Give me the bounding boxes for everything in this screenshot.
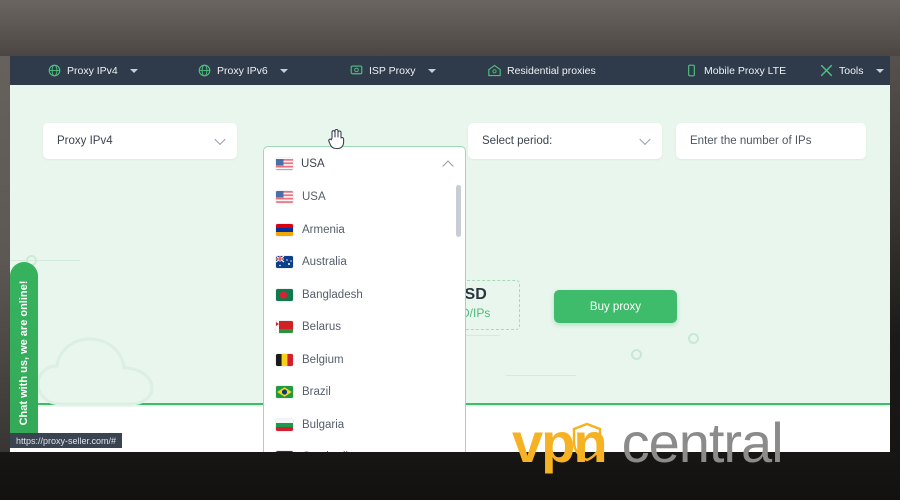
country-option-bulgaria[interactable]: Bulgaria (264, 409, 465, 442)
chevron-down-icon (639, 133, 651, 146)
nav-item-label: Mobile Proxy LTE (704, 64, 787, 77)
flag-icon-us (276, 191, 293, 204)
nav-item-proxy-ipv4[interactable]: Proxy IPv4 (48, 64, 138, 77)
proxy-type-value: Proxy IPv4 (57, 135, 113, 147)
chevron-up-icon[interactable] (442, 159, 454, 172)
ip-count-input-wrapper[interactable]: Enter the number of IPs (676, 123, 866, 159)
country-option-belgium[interactable]: Belgium (264, 344, 465, 377)
country-option-label: Cambodia (302, 451, 354, 452)
chevron-down-icon (214, 133, 226, 146)
nav-item-label: Proxy IPv4 (67, 64, 118, 77)
country-option-label: Brazil (302, 386, 331, 399)
flag-icon-bg (276, 418, 293, 431)
dropdown-scrollbar[interactable] (456, 185, 461, 452)
ip-count-placeholder: Enter the number of IPs (690, 135, 812, 147)
flag-icon-by (276, 321, 293, 334)
globe-icon (198, 64, 211, 77)
chevron-down-icon[interactable] (427, 68, 436, 73)
nav-item-mobile-proxy-lte[interactable]: Mobile Proxy LTE (685, 64, 786, 77)
chevron-down-icon[interactable] (279, 68, 288, 73)
country-option-label: Belarus (302, 321, 341, 334)
tools-icon (820, 64, 833, 77)
country-selected-label: USA (301, 157, 325, 170)
nav-item-label: Tools (839, 64, 864, 77)
nav-item-isp-proxy[interactable]: ISP Proxy (350, 64, 436, 77)
country-select-control[interactable]: USA (264, 147, 465, 181)
country-option-brazil[interactable]: Brazil (264, 376, 465, 409)
country-select-dropdown[interactable]: USA USA Armenia Australia Bangladesh Bel… (263, 146, 466, 452)
nav-item-label: Residential proxies (507, 64, 596, 77)
monitor-bezel-bottom (0, 452, 900, 500)
country-option-label: Australia (302, 256, 347, 269)
status-bar-url: https://proxy-seller.com/# (16, 435, 117, 446)
browser-window: Proxy IPv4 Proxy IPv6 ISP Proxy Residential… (10, 56, 890, 452)
chevron-down-icon[interactable] (875, 68, 884, 73)
chat-widget-label: Chat with us, we are online! (18, 280, 30, 426)
site-navigation-bar: Proxy IPv4 Proxy IPv6 ISP Proxy Residential… (10, 56, 890, 85)
browser-status-bar: https://proxy-seller.com/# (10, 433, 123, 448)
nav-item-residential-proxies[interactable]: Residential proxies (488, 64, 596, 77)
nav-item-proxy-ipv6[interactable]: Proxy IPv6 (198, 64, 288, 77)
country-option-australia[interactable]: Australia (264, 246, 465, 279)
monitor-bezel-top (0, 0, 900, 56)
country-option-bangladesh[interactable]: Bangladesh (264, 279, 465, 312)
country-option-label: Bulgaria (302, 418, 345, 431)
nav-item-label: ISP Proxy (369, 64, 416, 77)
country-option-cambodia[interactable]: Cambodia (264, 441, 465, 452)
flag-icon-au (276, 256, 293, 269)
home-icon (488, 64, 501, 77)
page-body: 24 Proxy IPv4 (10, 85, 890, 452)
country-option-armenia[interactable]: Armenia (264, 214, 465, 247)
dropdown-scrollbar-thumb[interactable] (456, 185, 461, 237)
mouse-pointer-hand-icon (327, 128, 345, 155)
flag-icon-be (276, 353, 293, 366)
buy-proxy-button[interactable]: Buy proxy (554, 290, 677, 323)
flag-icon-us (276, 158, 293, 170)
flag-icon-bd (276, 288, 293, 301)
country-option-label: Bangladesh (302, 288, 363, 301)
period-value: Select period: (482, 135, 553, 147)
country-option-usa[interactable]: USA (264, 181, 465, 214)
country-option-label: Belgium (302, 353, 344, 366)
nav-item-tools[interactable]: Tools (820, 64, 884, 77)
flag-icon-br (276, 386, 293, 399)
nav-item-label: Proxy IPv6 (217, 64, 268, 77)
country-option-label: Armenia (302, 223, 345, 236)
country-option-list[interactable]: USA Armenia Australia Bangladesh Belarus… (264, 181, 465, 452)
country-option-label: USA (302, 191, 326, 204)
chevron-down-icon[interactable] (129, 68, 138, 73)
flag-icon-kh (276, 451, 293, 452)
mobile-icon (685, 64, 698, 77)
country-option-belarus[interactable]: Belarus (264, 311, 465, 344)
chat-widget-tab[interactable]: Chat with us, we are online! (10, 262, 38, 444)
globe-icon (48, 64, 61, 77)
server-icon (350, 64, 363, 77)
period-select[interactable]: Select period: (468, 123, 662, 159)
proxy-type-select[interactable]: Proxy IPv4 (43, 123, 237, 159)
flag-icon-am (276, 223, 293, 236)
